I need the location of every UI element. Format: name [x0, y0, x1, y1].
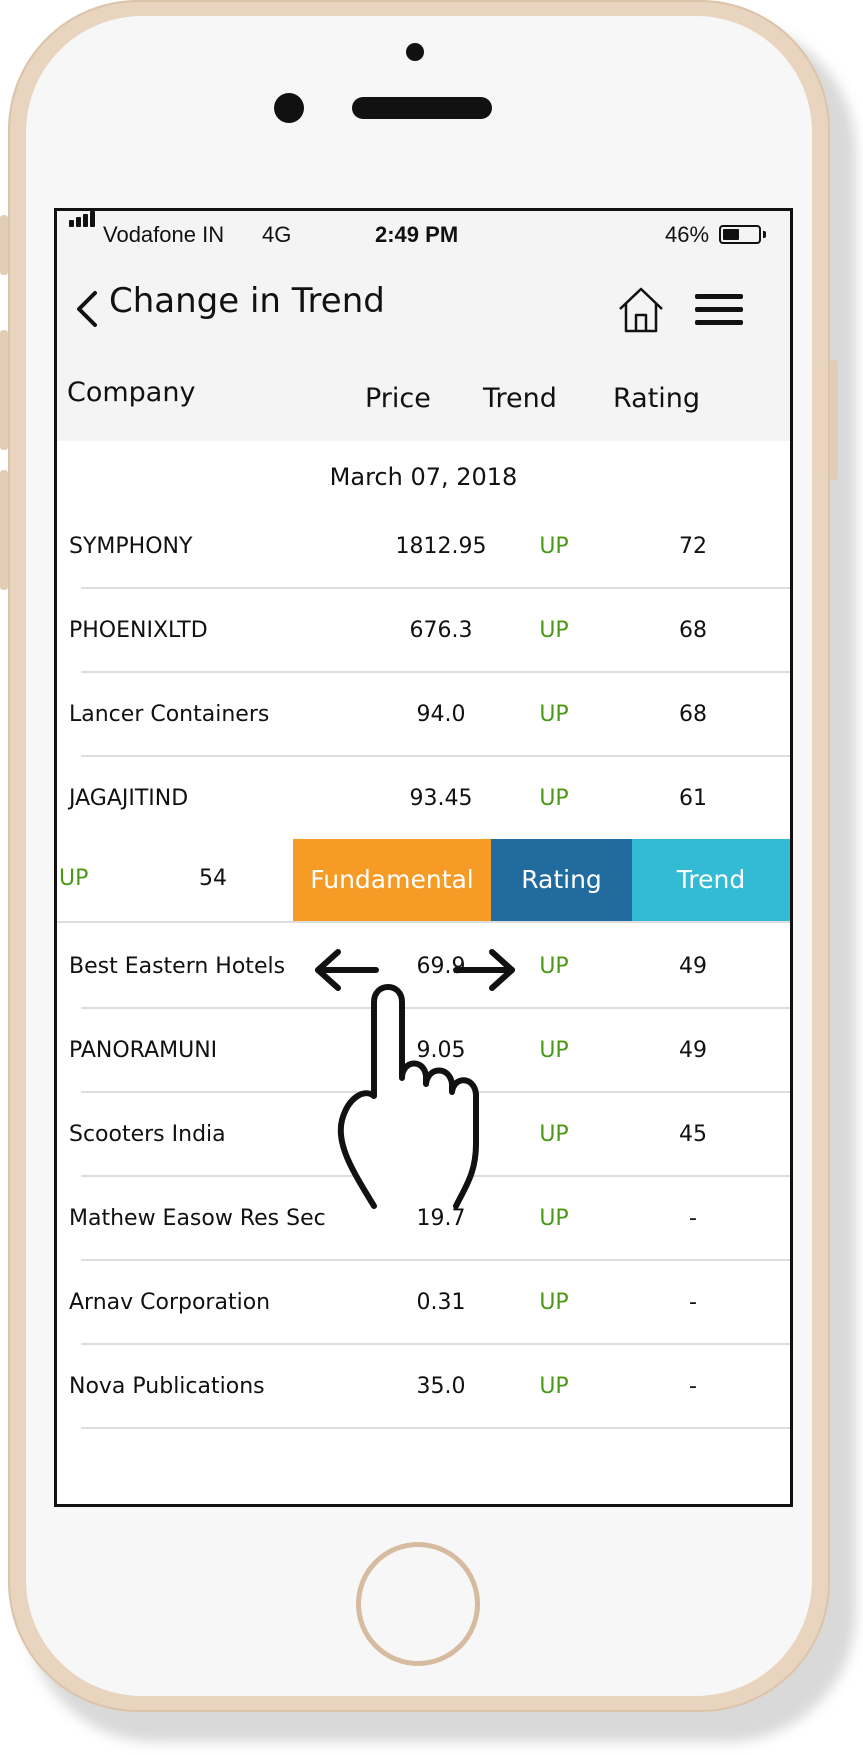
list-item[interactable]: Nova Publications 35.0 UP - — [57, 1345, 790, 1429]
trend-value: UP — [539, 1206, 569, 1231]
company-name: PANORAMUNI — [69, 1038, 218, 1063]
column-header-row: Company Price Trend Rating — [57, 359, 790, 441]
trend-value: UP — [539, 786, 569, 811]
network-type: 4G — [262, 222, 292, 247]
list-item[interactable]: PANORAMUNI 9.05 UP 49 — [57, 1009, 790, 1093]
rating-value: - — [689, 1206, 697, 1231]
price-value: 60.0 — [416, 1122, 466, 1147]
company-name: JAGAJITIND — [69, 786, 189, 811]
row-divider — [81, 1427, 790, 1429]
date-section-header: March 07, 2018 — [329, 463, 518, 491]
list-item[interactable]: Mathew Easow Res Sec 19.7 UP - — [57, 1177, 790, 1261]
company-name: SYMPHONY — [69, 534, 193, 559]
battery-percentage: 46% — [665, 222, 710, 247]
trend-value: UP — [539, 618, 569, 643]
battery-tip — [763, 231, 766, 238]
column-trend[interactable]: Trend — [483, 383, 557, 414]
swiped-row-rating: 54 — [199, 866, 227, 891]
home-button[interactable] — [356, 1542, 480, 1666]
list-item[interactable]: JAGAJITIND 93.45 UP 61 — [57, 757, 790, 841]
rating-value: - — [689, 1374, 697, 1399]
trend-value: UP — [539, 702, 569, 727]
volume-down-button — [0, 470, 8, 590]
page-title: Change in Trend — [109, 281, 385, 321]
rating-value: 68 — [679, 618, 707, 643]
trend-value: UP — [539, 534, 569, 559]
carrier-name: Vodafone IN — [103, 222, 225, 247]
rating-value: 61 — [679, 786, 707, 811]
power-button — [830, 360, 838, 480]
navigation-bar: Change in Trend — [57, 259, 790, 359]
company-name: Mathew Easow Res Sec — [69, 1206, 326, 1231]
company-name: Lancer Containers — [69, 702, 270, 727]
column-company[interactable]: Company — [67, 377, 195, 408]
rating-value: 72 — [679, 534, 707, 559]
proximity-sensor — [274, 93, 304, 123]
battery-icon — [719, 225, 761, 244]
company-name: Nova Publications — [69, 1374, 265, 1399]
list-item[interactable]: Best Eastern Hotels 69.9 UP 49 — [57, 925, 790, 1009]
rating-value: 49 — [679, 954, 707, 979]
rating-value: 68 — [679, 702, 707, 727]
earpiece-speaker — [352, 97, 492, 119]
column-price[interactable]: Price — [365, 383, 431, 414]
hamburger-menu-icon[interactable] — [693, 292, 745, 328]
front-camera — [406, 43, 424, 61]
app-screen: Vodafone IN 4G 2:49 PM 46% Change in Tre… — [54, 208, 793, 1507]
price-value: 69.9 — [416, 954, 466, 979]
company-name: Scooters India — [69, 1122, 226, 1147]
column-rating[interactable]: Rating — [613, 383, 700, 414]
company-name: Arnav Corporation — [69, 1290, 271, 1315]
fundamental-action-button[interactable]: Fundamental — [293, 839, 491, 921]
list-item[interactable]: Arnav Corporation 0.31 UP - — [57, 1261, 790, 1345]
price-value: 19.7 — [416, 1206, 466, 1231]
price-value: 9.05 — [416, 1038, 466, 1063]
price-value: 35.0 — [416, 1374, 466, 1399]
mute-switch — [0, 215, 8, 275]
volume-up-button — [0, 330, 8, 450]
price-value: 1812.95 — [395, 534, 487, 559]
row-divider — [57, 921, 790, 923]
status-bar: Vodafone IN 4G 2:49 PM 46% — [57, 211, 790, 259]
home-icon[interactable] — [617, 285, 665, 335]
trend-action-button[interactable]: Trend — [632, 839, 790, 921]
price-value: 93.45 — [409, 786, 473, 811]
trend-value: UP — [539, 1122, 569, 1147]
company-name: Best Eastern Hotels — [69, 954, 286, 979]
list-item[interactable]: SYMPHONY 1812.95 UP 72 — [57, 505, 790, 589]
price-value: 0.31 — [416, 1290, 466, 1315]
rating-value: - — [689, 1290, 697, 1315]
rating-action-button[interactable]: Rating — [491, 839, 632, 921]
clock: 2:49 PM — [375, 222, 459, 247]
rating-value: 45 — [679, 1122, 707, 1147]
chevron-left-icon[interactable] — [69, 289, 109, 329]
swiped-list-item[interactable]: UP 54 Fundamental Rating Trend — [57, 839, 790, 923]
swiped-row-trend: UP — [59, 866, 89, 891]
trend-value: UP — [539, 1038, 569, 1063]
list-item[interactable]: Lancer Containers 94.0 UP 68 — [57, 673, 790, 757]
trend-value: UP — [539, 1290, 569, 1315]
company-name: PHOENIXLTD — [69, 618, 208, 643]
price-value: 94.0 — [416, 702, 466, 727]
trend-value: UP — [539, 1374, 569, 1399]
price-value: 676.3 — [409, 618, 473, 643]
list-item[interactable]: Scooters India 60.0 UP 45 — [57, 1093, 790, 1177]
list-item[interactable]: PHOENIXLTD 676.3 UP 68 — [57, 589, 790, 673]
rating-value: 49 — [679, 1038, 707, 1063]
trend-value: UP — [539, 954, 569, 979]
